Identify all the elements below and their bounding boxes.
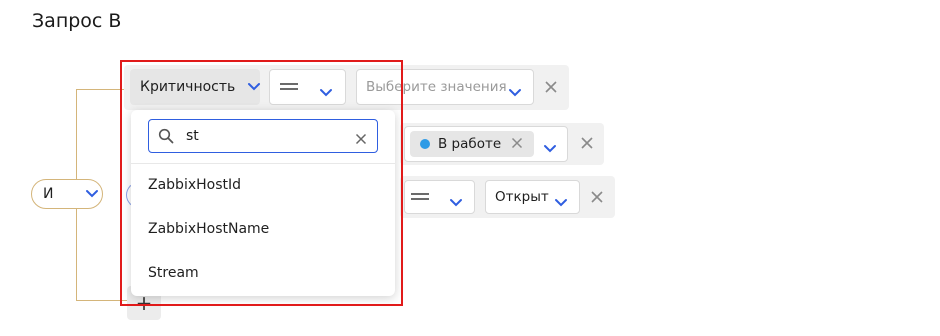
status-dot-icon <box>420 139 430 149</box>
chevron-down-icon <box>449 193 463 212</box>
value-tag-label: В работе <box>438 136 502 152</box>
equals-icon <box>411 191 429 203</box>
remove-condition-icon[interactable] <box>580 136 594 150</box>
chevron-down-icon <box>85 189 99 199</box>
chevron-down-icon <box>508 83 522 102</box>
remove-condition-icon[interactable] <box>544 80 558 94</box>
chevron-down-icon <box>543 139 557 158</box>
logic-operator-select[interactable]: И <box>31 179 103 209</box>
highlight-frame <box>120 60 403 306</box>
query-title: Запрос В <box>32 10 122 32</box>
remove-condition-icon[interactable] <box>590 190 604 204</box>
chevron-down-icon <box>554 193 568 212</box>
remove-tag-icon[interactable] <box>511 137 523 149</box>
value-select-label: Открыт <box>495 189 549 205</box>
logic-operator-label: И <box>43 186 54 202</box>
operator-select[interactable] <box>404 180 475 214</box>
